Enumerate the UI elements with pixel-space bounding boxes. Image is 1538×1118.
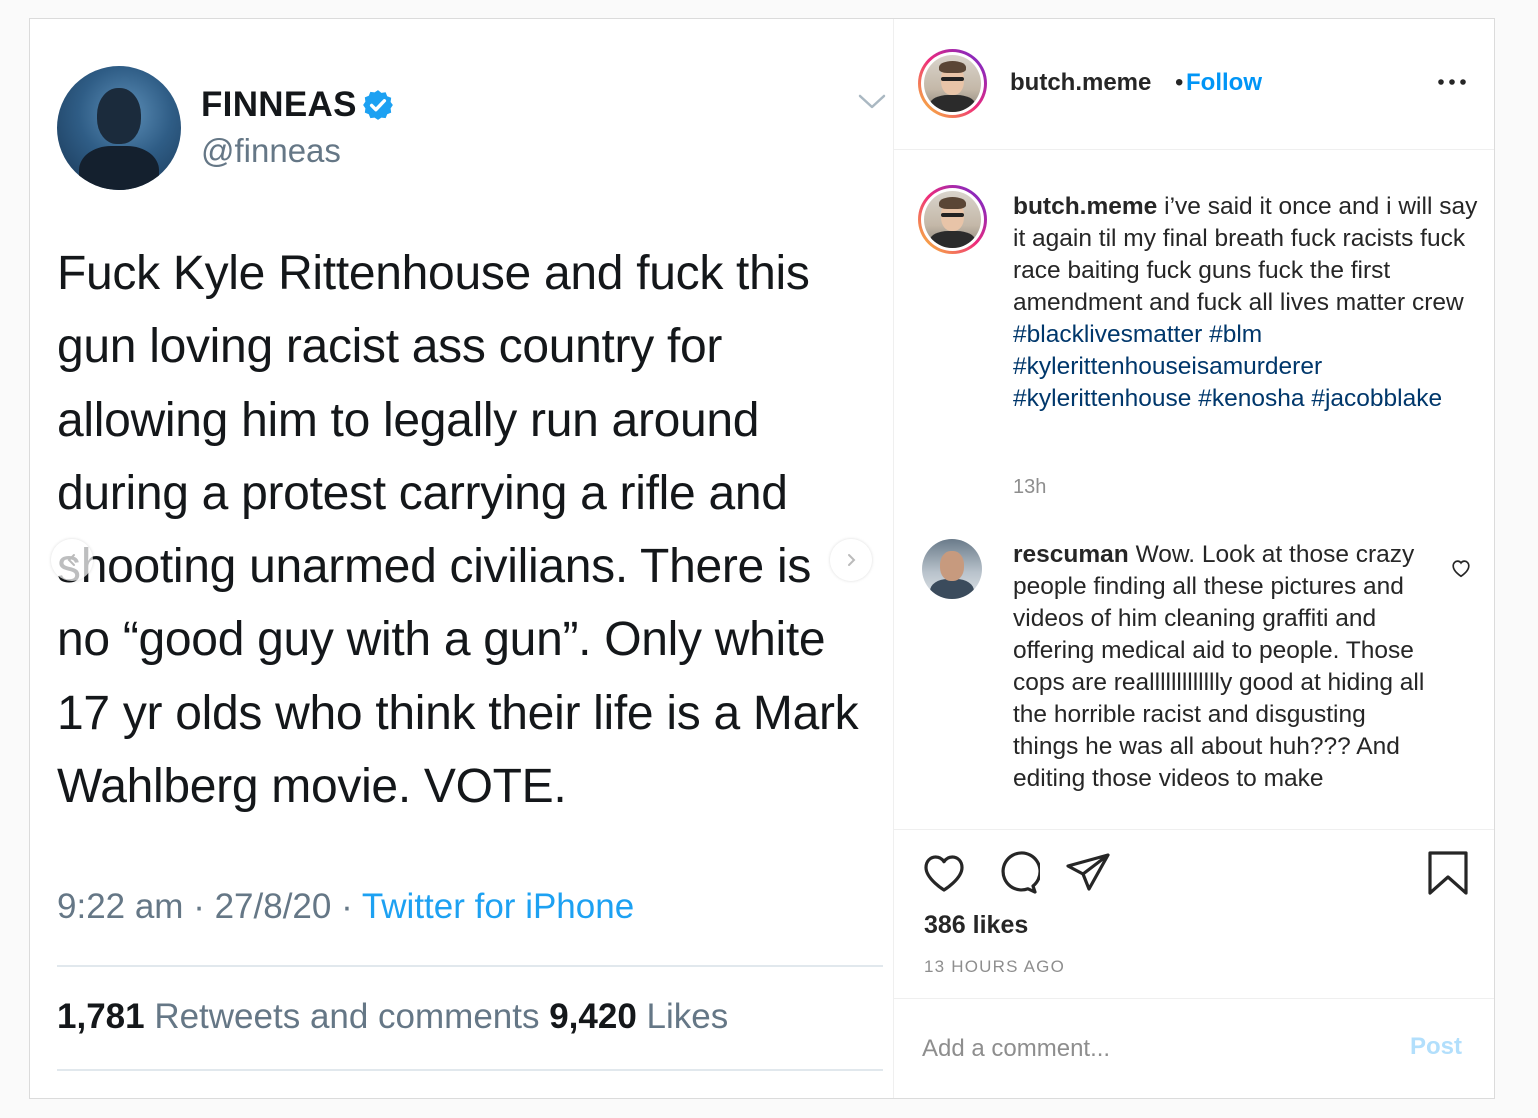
follow-button[interactable]: Follow — [1186, 69, 1262, 97]
share-icon[interactable] — [1064, 849, 1112, 897]
carousel-prev-button[interactable] — [51, 539, 93, 581]
caption-username[interactable]: butch.meme — [1013, 193, 1157, 220]
comment-icon[interactable] — [992, 849, 1040, 897]
tweet-text-line: gun loving racist ass country for — [57, 320, 723, 374]
retweets-label: Retweets and comments — [144, 997, 550, 1036]
chevron-down-icon — [858, 94, 886, 109]
divider — [894, 829, 1494, 830]
post-caption: butch.meme i’ve said it once and i will … — [1013, 191, 1478, 415]
more-options-icon[interactable] — [1437, 77, 1467, 87]
tweet-author-handle: @finneas — [201, 132, 341, 169]
post-image-tweet: FINNEAS @finneas Fuck Kyle Rittenhouse a… — [30, 19, 893, 1098]
author-avatar[interactable] — [918, 49, 987, 118]
tweet-author-name: FINNEAS — [201, 85, 357, 124]
post-side-panel: butch.meme • Follow butch.meme i’ve said… — [894, 19, 1494, 1098]
add-comment-input[interactable] — [922, 1029, 1362, 1069]
likes-count[interactable]: 386 likes — [924, 911, 1028, 940]
tweet-text-line: during a protest carrying a rifle and — [57, 466, 788, 520]
verified-badge-icon — [363, 90, 393, 120]
divider — [894, 149, 1494, 150]
tweet-text-line: no “good guy with a gun”. Only white — [57, 613, 826, 667]
caption-avatar[interactable] — [918, 185, 987, 254]
tweet-text: Fuck Kyle Rittenhouse and fuck this gun … — [57, 237, 887, 823]
bookmark-icon[interactable] — [1424, 849, 1472, 897]
hashtag[interactable]: #jacobblake — [1311, 385, 1442, 412]
hashtag[interactable]: #blacklivesmatter — [1013, 321, 1202, 348]
tweet-author-avatar — [57, 66, 181, 190]
post-comment-button[interactable]: Post — [1410, 1033, 1462, 1061]
divider — [57, 965, 883, 967]
heart-icon[interactable] — [920, 849, 968, 897]
caption-timestamp[interactable]: 13h — [1013, 476, 1046, 499]
retweets-count: 1,781 — [57, 997, 145, 1036]
hashtag[interactable]: #kylerittenhouseisamurderer — [1013, 353, 1322, 380]
comment-text: Wow. Look at those crazy people finding … — [1013, 541, 1425, 792]
hashtag[interactable]: #kenosha — [1198, 385, 1304, 412]
divider — [57, 1069, 883, 1071]
instagram-post-frame: FINNEAS @finneas Fuck Kyle Rittenhouse a… — [29, 18, 1495, 1099]
commenter-avatar[interactable] — [922, 539, 982, 599]
tweet-text-line: 17 yr olds who think their life is a Mar… — [57, 686, 859, 740]
carousel-next-button[interactable] — [830, 539, 872, 581]
tweet-timestamp: 9:22 am · 27/8/20 · Twitter for iPhone — [57, 887, 634, 927]
hashtag[interactable]: #blm — [1209, 321, 1262, 348]
chevron-right-icon — [848, 554, 856, 566]
chevron-left-icon — [67, 554, 75, 566]
tweet-source: Twitter for iPhone — [361, 887, 635, 926]
likes-count: 9,420 — [549, 997, 637, 1036]
comment-item: rescuman Wow. Look at those crazy people… — [1013, 539, 1433, 824]
comment-heart-icon[interactable] — [1450, 557, 1472, 579]
comment-username[interactable]: rescuman — [1013, 541, 1129, 568]
tweet-text-line: Fuck Kyle Rittenhouse and fuck this — [57, 247, 810, 300]
likes-label: Likes — [636, 997, 729, 1036]
tweet-text-line: Wahlberg movie. VOTE. — [57, 760, 567, 814]
author-username[interactable]: butch.meme — [1010, 69, 1151, 97]
tweet-text-line: allowing him to legally run around — [57, 393, 760, 447]
hashtag[interactable]: #kylerittenhouse — [1013, 385, 1191, 412]
tweet-time: 9:22 am · 27/8/20 · — [57, 887, 362, 926]
tweet-text-line: shooting unarmed civilians. There is — [57, 540, 812, 594]
tweet-stats: 1,781 Retweets and comments 9,420 Likes — [57, 997, 728, 1037]
divider — [894, 998, 1494, 999]
separator-dot: • — [1175, 69, 1184, 96]
post-timestamp[interactable]: 13 HOURS AGO — [924, 957, 1065, 977]
